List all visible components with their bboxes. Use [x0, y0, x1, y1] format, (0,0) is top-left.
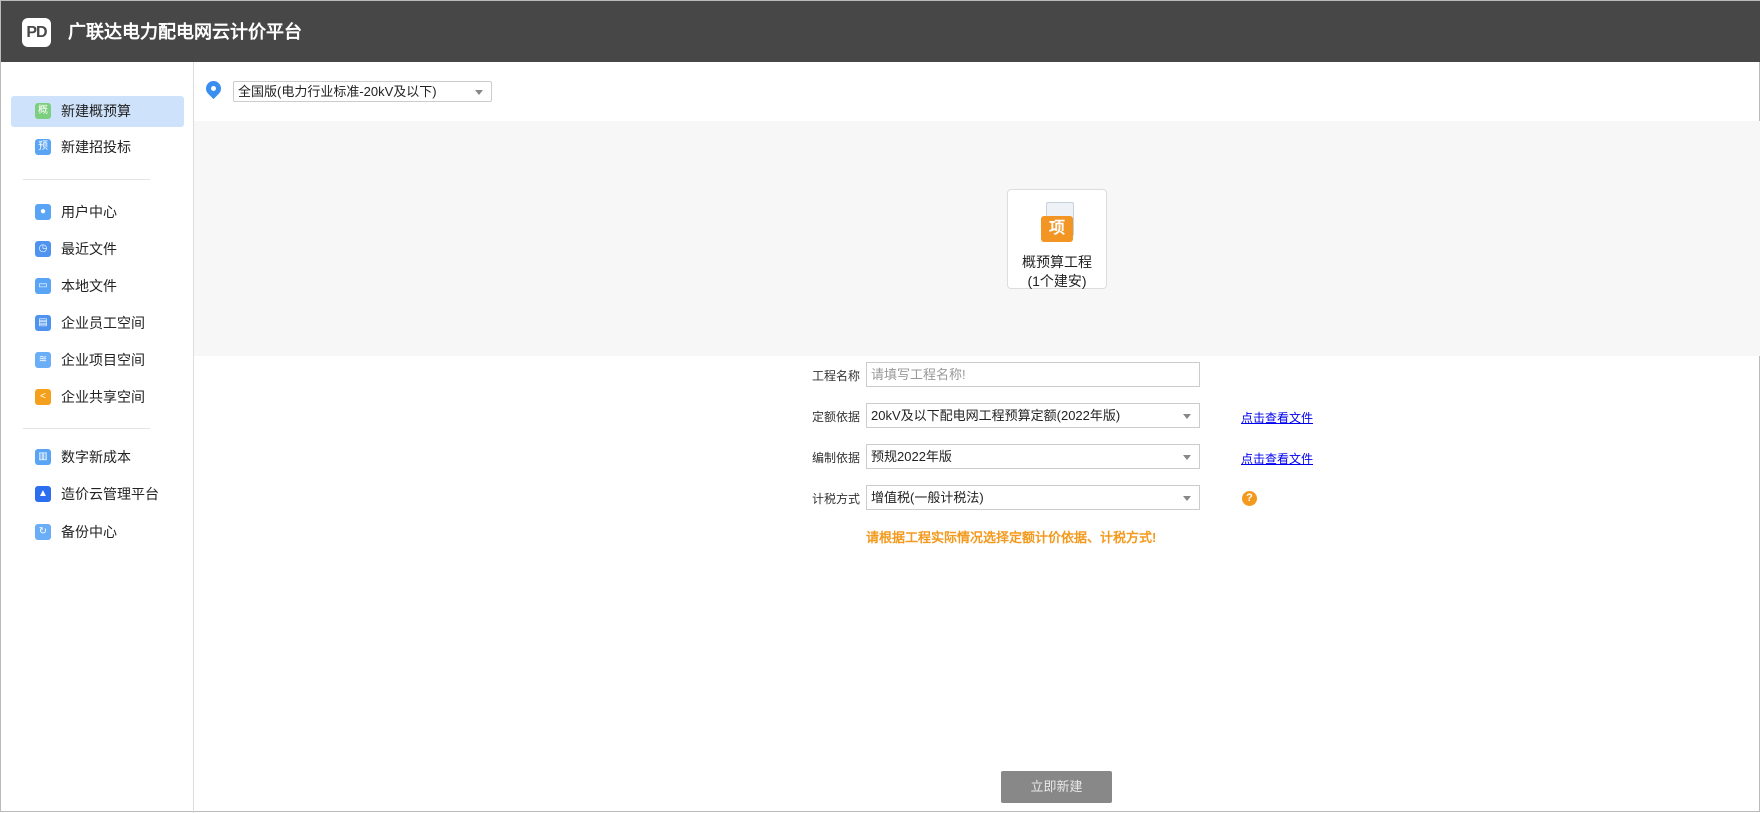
chevron-down-icon	[1183, 413, 1191, 419]
quota-basis-label: 定额依据	[812, 410, 861, 424]
sidebar-item-label: 企业共享空间	[61, 389, 145, 405]
tax-method-label: 计税方式	[812, 492, 861, 506]
location-pin-icon	[202, 77, 225, 100]
app-title: 广联达电力配电网云计价平台	[68, 22, 302, 42]
basis-view-file-link[interactable]: 点击查看文件	[1241, 450, 1313, 467]
chevron-down-icon	[1183, 454, 1191, 460]
yu-icon: 预	[35, 139, 51, 155]
app-header: PD 广联达电力配电网云计价平台	[1, 1, 1760, 62]
sidebar-item-digital-cost[interactable]: ▥ 数字新成本	[11, 442, 184, 473]
sidebar: 概新建概预算预新建招投标 ● 用户中心 ◷ 最近文件 ▭ 本地文件 ▤ 企业员工空间 ≋ 企业项目空…	[1, 62, 194, 813]
tax-method-select[interactable]: 增值税(一般计税法)	[866, 485, 1200, 510]
warning-text: 请根据工程实际情况选择定额计价依据、计税方式!	[866, 530, 1157, 545]
sidebar-divider	[23, 179, 150, 180]
project-type-card-budget[interactable]: 项 概预算工程 (1个建安)	[1007, 189, 1107, 289]
sidebar-item-label: 企业员工空间	[61, 315, 145, 331]
sidebar-item-label: 本地文件	[61, 278, 117, 294]
region-select[interactable]: 全国版(电力行业标准-20kV及以下)	[233, 81, 492, 102]
project-folder-icon: 项	[1041, 216, 1073, 242]
sidebar-item-local-file[interactable]: ▭ 本地文件	[11, 271, 184, 302]
tax-method-value: 增值税(一般计税法)	[871, 490, 984, 505]
sidebar-item-label: 新建概预算	[61, 103, 131, 119]
sidebar-item-label: 备份中心	[61, 524, 117, 540]
sidebar-item-cloud-platform[interactable]: ▲ 造价云管理平台	[11, 479, 184, 510]
digital-cost-icon: ▥	[35, 449, 51, 465]
sidebar-item-label: 数字新成本	[61, 449, 131, 465]
project-name-label: 工程名称	[812, 369, 861, 383]
local-file-icon: ▭	[35, 278, 51, 294]
chevron-down-icon	[475, 89, 483, 95]
create-now-button[interactable]: 立即新建	[1001, 771, 1112, 803]
sidebar-item-label: 造价云管理平台	[61, 486, 159, 502]
building-icon: ▤	[35, 315, 51, 331]
sidebar-item-layers[interactable]: ≋ 企业项目空间	[11, 345, 184, 376]
recent-file-icon: ◷	[35, 241, 51, 257]
quota-view-file-link[interactable]: 点击查看文件	[1241, 409, 1313, 426]
app-logo: PD	[22, 18, 51, 47]
sidebar-item-recent-file[interactable]: ◷ 最近文件	[11, 234, 184, 265]
sidebar-item-building[interactable]: ▤ 企业员工空间	[11, 308, 184, 339]
quota-basis-select[interactable]: 20kV及以下配电网工程预算定额(2022年版)	[866, 403, 1200, 428]
sidebar-item-user[interactable]: ● 用户中心	[11, 197, 184, 228]
help-question-icon[interactable]: ?	[1242, 491, 1257, 506]
user-icon: ●	[35, 204, 51, 220]
project-type-panel	[194, 121, 1760, 356]
cloud-platform-icon: ▲	[35, 486, 51, 502]
sidebar-item-label: 新建招投标	[61, 139, 131, 155]
compile-basis-select[interactable]: 预规2022年版	[866, 444, 1200, 469]
sidebar-item-yu[interactable]: 预新建招投标	[11, 132, 184, 163]
chevron-down-icon	[1183, 495, 1191, 501]
sidebar-item-gai[interactable]: 概新建概预算	[11, 96, 184, 127]
layers-icon: ≋	[35, 352, 51, 368]
quota-basis-value: 20kV及以下配电网工程预算定额(2022年版)	[871, 408, 1121, 423]
sidebar-divider	[23, 428, 150, 429]
sidebar-item-label: 企业项目空间	[61, 352, 145, 368]
share-icon: <	[35, 389, 51, 405]
compile-basis-label: 编制依据	[812, 451, 861, 465]
project-name-placeholder: 请填写工程名称!	[871, 367, 966, 382]
sidebar-item-backup[interactable]: ↻ 备份中心	[11, 517, 184, 548]
region-value: 全国版(电力行业标准-20kV及以下)	[238, 84, 437, 99]
project-name-input[interactable]: 请填写工程名称!	[866, 362, 1200, 387]
sidebar-item-label: 用户中心	[61, 204, 117, 220]
backup-icon: ↻	[35, 524, 51, 540]
card-subtitle: (1个建安)	[1027, 273, 1087, 289]
card-title: 概预算工程	[1022, 254, 1092, 270]
sidebar-item-share[interactable]: < 企业共享空间	[11, 382, 184, 413]
sidebar-item-label: 最近文件	[61, 241, 117, 257]
gai-icon: 概	[35, 103, 51, 119]
compile-basis-value: 预规2022年版	[871, 449, 952, 464]
